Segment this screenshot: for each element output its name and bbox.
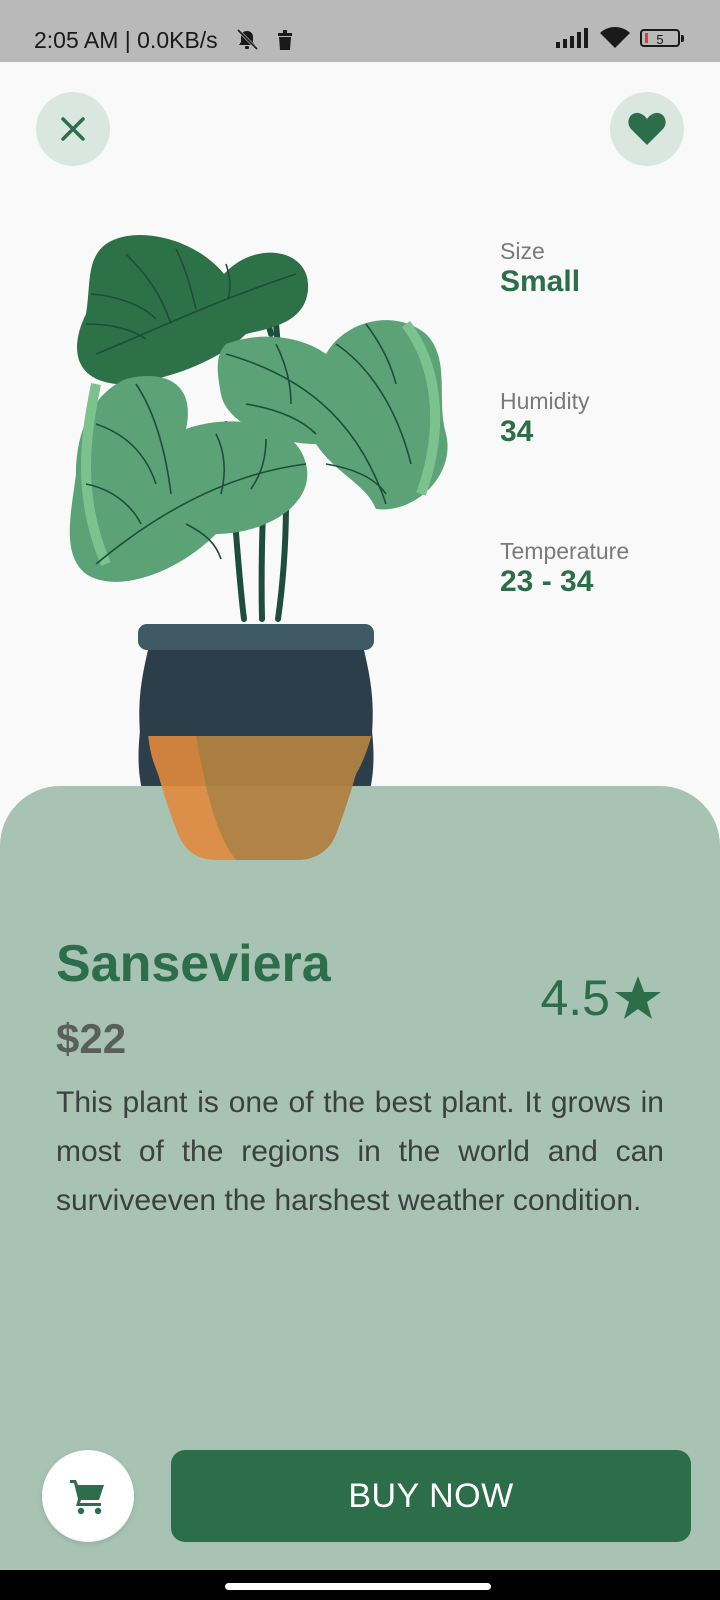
status-system-icons: 5 [556,27,684,49]
spec-label: Humidity [500,388,590,414]
product-rating: 4.5 [540,968,662,1028]
status-bar: 2:05 AM | 0.0KB/s 5 [0,0,720,62]
add-to-cart-button[interactable] [42,1450,134,1542]
star-icon [615,976,661,1019]
spec-humidity: Humidity 34 [500,388,589,450]
buy-now-button[interactable]: BUY NOW [171,1450,691,1542]
product-description: This plant is one of the best plant. It … [56,1086,664,1217]
favorite-button[interactable] [610,92,684,166]
product-name: Sanseviera [56,935,331,993]
spec-value: Small [500,265,581,298]
spec-value: 34 [500,415,534,448]
battery-level: 5 [656,32,664,47]
cart-icon [70,1480,104,1515]
spec-value: 23 - 34 [500,565,594,598]
home-gesture-handle[interactable] [225,1583,491,1590]
status-notification-icons [236,28,296,57]
wifi-icon [600,27,630,48]
close-button[interactable] [36,92,110,166]
signal-icon [556,28,588,48]
mute-bell-icon [236,28,259,51]
battery-icon: 5 [640,29,684,47]
spec-size: Size Small [500,238,580,300]
spec-label: Size [500,238,545,264]
status-time: 2:05 AM | 0.0KB/s [34,27,218,53]
rating-value: 4.5 [540,970,610,1026]
spec-label: Temperature [500,538,630,564]
spec-temperature: Temperature 23 - 34 [500,538,629,600]
product-price: $22 [56,1015,127,1062]
close-icon [61,117,85,141]
pot-top [138,624,374,804]
trash-icon [278,30,292,50]
heart-icon [628,112,666,145]
